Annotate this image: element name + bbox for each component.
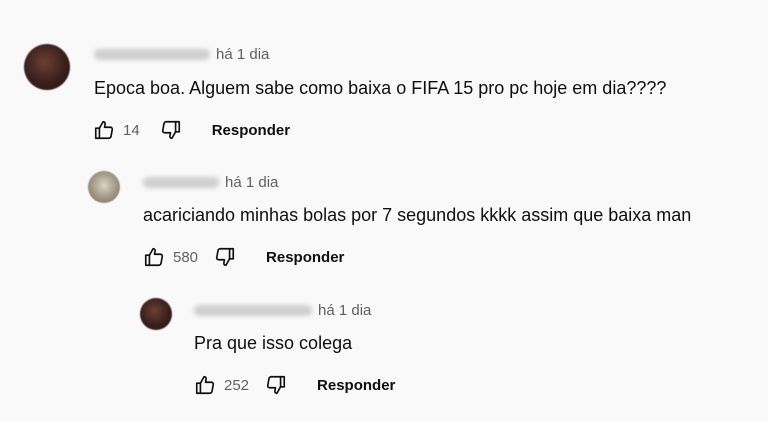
thumbs-up-icon[interactable] (194, 374, 216, 396)
comment-actions: 14 Responder (93, 119, 290, 141)
avatar[interactable] (88, 171, 120, 203)
like-count: 580 (173, 248, 199, 266)
timestamp[interactable]: há 1 dia (216, 46, 269, 63)
thumbs-up-icon[interactable] (93, 119, 115, 141)
reply-button[interactable]: Responder (317, 377, 395, 394)
comment-text: Epoca boa. Alguem sabe como baixa o FIFA… (94, 78, 667, 98)
thumbs-up-icon[interactable] (143, 246, 165, 268)
comment-header: há 1 dia (143, 174, 278, 191)
reply-comment: há 1 dia acariciando minhas bolas por 7 … (0, 160, 768, 280)
comment-header: há 1 dia (194, 302, 371, 319)
timestamp[interactable]: há 1 dia (225, 174, 278, 191)
reply-button[interactable]: Responder (266, 249, 344, 266)
comment-text: Pra que isso colega (194, 333, 353, 353)
author-name-blurred[interactable] (143, 177, 219, 188)
avatar[interactable] (140, 298, 172, 330)
comment-actions: 252 Responder (194, 374, 395, 396)
timestamp[interactable]: há 1 dia (318, 302, 371, 319)
thumbs-down-icon[interactable] (265, 374, 287, 396)
comment-text: acariciando minhas bolas por 7 segundos … (143, 205, 692, 225)
avatar[interactable] (24, 44, 70, 90)
like-count: 14 (123, 121, 140, 139)
thumbs-down-icon[interactable] (160, 119, 182, 141)
like-count: 252 (224, 376, 250, 394)
comment-actions: 580 Responder (143, 246, 344, 268)
comment-header: há 1 dia (94, 46, 269, 63)
reply-button[interactable]: Responder (212, 122, 290, 139)
author-name-blurred[interactable] (194, 305, 312, 316)
reply-comment: há 1 dia Pra que isso colega 252 Respond… (0, 288, 768, 408)
comment: há 1 dia Epoca boa. Alguem sabe como bai… (0, 0, 768, 150)
author-name-blurred[interactable] (94, 49, 210, 60)
thumbs-down-icon[interactable] (214, 246, 236, 268)
